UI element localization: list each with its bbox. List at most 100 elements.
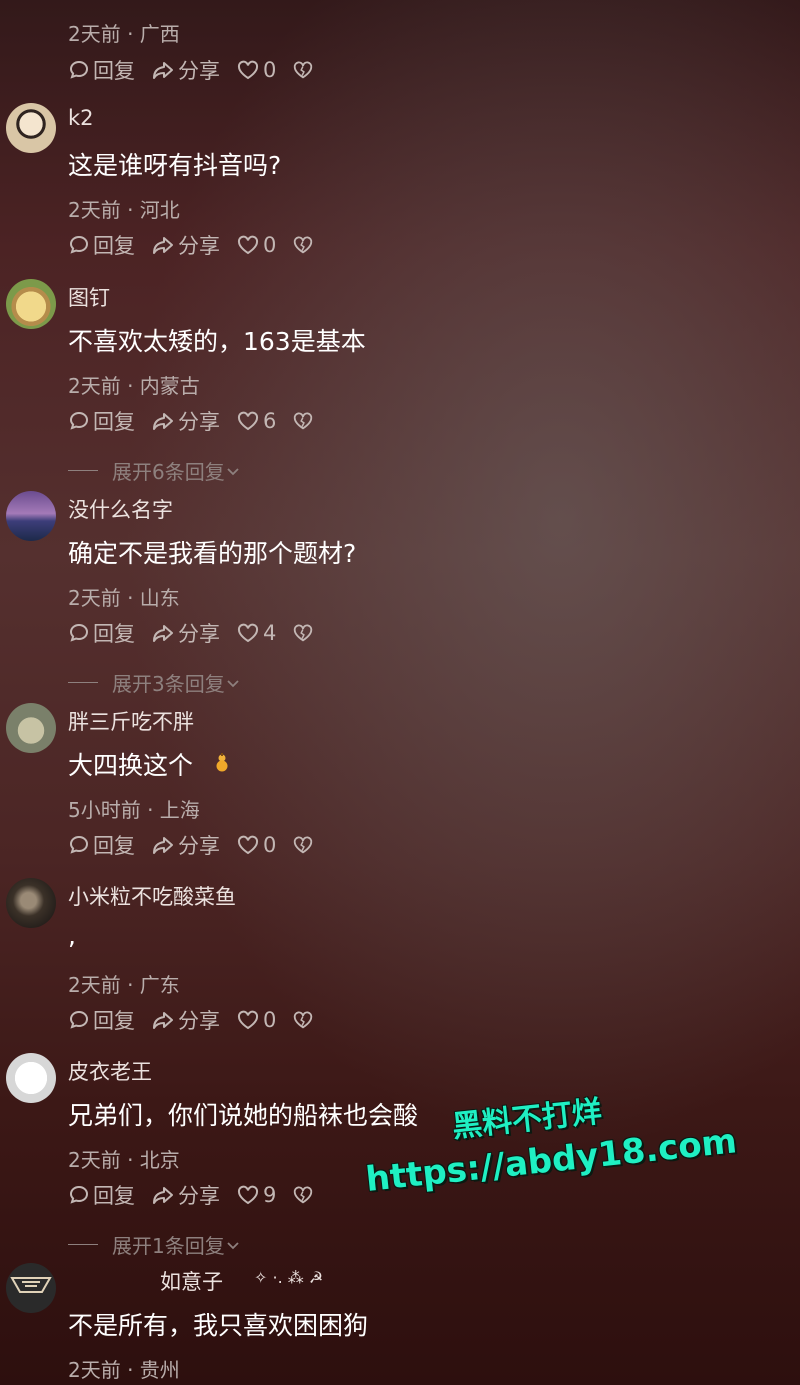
gourd-emoji-icon [215,753,229,772]
broken-heart-icon [294,236,313,254]
reply-label: 回复 [93,234,135,258]
like-count: 0 [263,1008,277,1032]
chevron-down-icon [227,467,239,475]
like-count: 6 [263,409,277,433]
like-button[interactable]: 0 [236,1008,276,1032]
dislike-button[interactable] [292,1184,317,1206]
divider [68,1244,98,1245]
like-count: 4 [263,621,277,645]
avatar[interactable] [6,878,56,928]
heart-icon [237,235,259,255]
reply-button[interactable]: 回复 [68,1005,135,1035]
avatar[interactable] [6,1053,56,1103]
comment-icon [69,1010,89,1029]
comment-username[interactable]: 胖三斤吃不胖 [68,706,194,736]
share-label: 分享 [178,1184,220,1208]
share-icon [153,1187,173,1204]
comment-username[interactable]: 如意子 [160,1266,223,1296]
avatar[interactable] [6,703,56,753]
like-button[interactable]: 0 [236,233,276,257]
reply-label: 回复 [93,622,135,646]
like-button[interactable]: 4 [236,621,276,645]
comment-text: 大四换这个 [68,751,194,780]
comment-icon [69,60,89,79]
like-button[interactable]: 9 [236,1183,276,1207]
share-button[interactable]: 分享 [151,830,220,860]
share-icon [153,237,173,254]
comment-actions: 回复 分享 0 [68,1005,333,1035]
avatar[interactable] [6,279,56,329]
comment-text: 不喜欢太矮的，163是基本 [68,327,366,356]
comment-username[interactable]: k2 [68,106,94,130]
reply-button[interactable]: 回复 [68,230,135,260]
chevron-down-icon [227,679,239,687]
expand-replies-label: 展开1条回复 [112,1234,225,1258]
comment-username[interactable]: 皮衣老王 [68,1056,152,1086]
dislike-button[interactable] [292,834,317,856]
comment-actions: 回复 分享 0 [68,55,333,85]
badge-logo-icon [10,1276,52,1294]
share-button[interactable]: 分享 [151,1180,220,1210]
comment-meta: 2天前 · 广西 [68,22,180,46]
comment-text: 确定不是我看的那个题材? [68,539,357,568]
dislike-button[interactable] [292,410,317,432]
like-button[interactable]: 6 [236,409,276,433]
expand-replies[interactable]: 展开3条回复 [68,668,241,697]
share-label: 分享 [178,59,220,83]
dislike-button[interactable] [292,234,317,256]
comment-username[interactable]: 没什么名字 [68,494,173,524]
like-button[interactable]: 0 [236,833,276,857]
username-decoration-icon: ✧ ·. ⁂ ☭ [254,1268,324,1287]
comment-username[interactable]: 图钉 [68,282,110,312]
reply-button[interactable]: 回复 [68,406,135,436]
broken-heart-icon [294,1011,313,1029]
comment-username[interactable]: 小米粒不吃酸菜鱼 [68,881,236,911]
share-label: 分享 [178,834,220,858]
heart-icon [237,835,259,855]
like-count: 9 [263,1183,277,1207]
expand-replies[interactable]: 展开1条回复 [68,1230,241,1259]
share-button[interactable]: 分享 [151,1005,220,1035]
share-label: 分享 [178,234,220,258]
comment-meta: 2天前 · 内蒙古 [68,374,200,398]
heart-icon [237,623,259,643]
comment-text: , [68,921,76,950]
expand-replies[interactable]: 展开6条回复 [68,456,241,485]
broken-heart-icon [294,412,313,430]
comment-actions: 回复 分享 9 [68,1180,333,1210]
expand-replies-label: 展开6条回复 [112,460,225,484]
share-label: 分享 [178,410,220,434]
comment-icon [69,835,89,854]
share-button[interactable]: 分享 [151,55,220,85]
comment-meta: 2天前 · 山东 [68,586,180,610]
avatar[interactable] [6,491,56,541]
share-icon [153,837,173,854]
reply-button[interactable]: 回复 [68,830,135,860]
comment-actions: 回复 分享 0 [68,230,333,260]
dislike-button[interactable] [292,622,317,644]
share-button[interactable]: 分享 [151,618,220,648]
like-count: 0 [263,233,277,257]
reply-button[interactable]: 回复 [68,618,135,648]
dislike-button[interactable] [292,59,317,81]
comment-actions: 回复 分享 6 [68,406,333,436]
share-button[interactable]: 分享 [151,406,220,436]
reply-button[interactable]: 回复 [68,55,135,85]
expand-replies-label: 展开3条回复 [112,672,225,696]
comment-meta: 2天前 · 贵州 [68,1358,180,1382]
avatar[interactable] [6,103,56,153]
broken-heart-icon [294,1186,313,1204]
comment-icon [69,623,89,642]
share-button[interactable]: 分享 [151,230,220,260]
share-icon [153,413,173,430]
reply-label: 回复 [93,834,135,858]
like-button[interactable]: 0 [236,58,276,82]
broken-heart-icon [294,836,313,854]
comment-meta: 2天前 · 广东 [68,973,180,997]
like-count: 0 [263,833,277,857]
comment-icon [69,1185,89,1204]
heart-icon [237,1185,259,1205]
share-label: 分享 [178,1009,220,1033]
reply-button[interactable]: 回复 [68,1180,135,1210]
dislike-button[interactable] [292,1009,317,1031]
